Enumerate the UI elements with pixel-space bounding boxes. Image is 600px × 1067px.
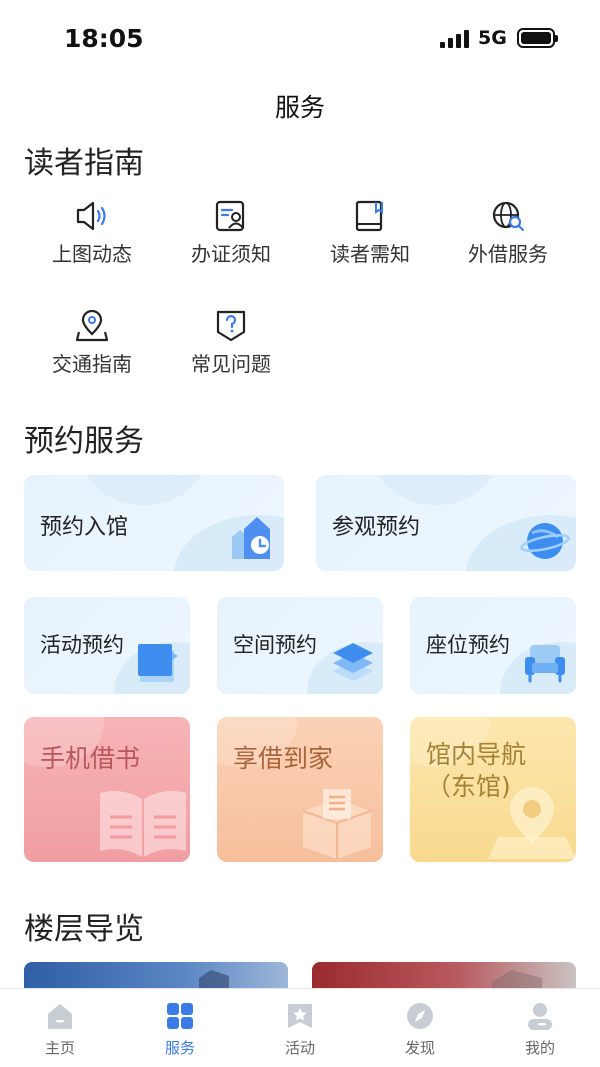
signal-icon xyxy=(440,30,470,48)
open-book-icon xyxy=(100,791,186,857)
card-home-delivery[interactable]: 享借到家 xyxy=(217,717,383,862)
tab-services[interactable]: 服务 xyxy=(140,1001,220,1058)
compass-icon xyxy=(407,1003,433,1029)
tab-discover[interactable]: 发现 xyxy=(380,1001,460,1058)
blue-book-icon xyxy=(138,644,178,682)
tab-label: 发现 xyxy=(404,1039,435,1057)
guide-item-lending[interactable]: 外借服务 xyxy=(443,200,573,280)
tab-label: 活动 xyxy=(284,1039,315,1057)
reservation-title: 预约服务 xyxy=(24,424,144,459)
card-space[interactable]: 空间预约 xyxy=(217,597,383,694)
user-icon xyxy=(528,1003,552,1030)
guide-item-faq[interactable]: 常见问题 xyxy=(166,310,296,390)
guide-item-label: 读者需知 xyxy=(330,242,410,266)
book-bookmark-icon xyxy=(355,200,383,232)
map-pin-icon xyxy=(488,787,576,859)
location-pin-icon xyxy=(75,310,109,342)
guide-item-label: 办证须知 xyxy=(191,242,271,266)
layers-icon xyxy=(333,643,373,681)
tab-label: 我的 xyxy=(524,1039,555,1057)
planet-icon xyxy=(520,523,570,559)
guide-item-label: 交通指南 xyxy=(52,352,132,376)
armchair-icon xyxy=(525,645,565,683)
card-activity[interactable]: 活动预约 xyxy=(24,597,190,694)
guide-item-label: 常见问题 xyxy=(191,352,271,376)
guide-item-card[interactable]: 办证须知 xyxy=(166,200,296,280)
card-navigation[interactable]: 馆内导航 （东馆) xyxy=(410,717,576,862)
status-bar: 18:05 5G xyxy=(0,0,600,78)
guide-item-label: 外借服务 xyxy=(468,242,548,266)
card-id-icon xyxy=(215,200,245,232)
card-label: 空间预约 xyxy=(233,633,317,657)
parcel-box-icon xyxy=(302,789,372,859)
guide-item-notice[interactable]: 读者需知 xyxy=(305,200,435,280)
floor-guide-title: 楼层导览 xyxy=(24,912,144,947)
star-bookmark-icon xyxy=(288,1004,312,1028)
card-visit-library[interactable]: 预约入馆 xyxy=(24,475,284,571)
home-icon xyxy=(48,1004,72,1029)
guide-item-news[interactable]: 上图动态 xyxy=(27,200,157,280)
card-label: 预约入馆 xyxy=(40,515,129,540)
card-label: 手机借书 xyxy=(40,744,141,773)
tab-label: 服务 xyxy=(164,1039,195,1057)
speaker-icon xyxy=(76,201,106,231)
globe-search-icon xyxy=(492,201,525,232)
question-shield-icon xyxy=(216,310,246,342)
card-label: 参观预约 xyxy=(332,515,421,540)
tab-bar: 主页 服务 活动 发现 我的 xyxy=(0,988,600,1067)
card-mobile-borrow[interactable]: 手机借书 xyxy=(24,717,190,862)
battery-icon xyxy=(517,28,558,48)
card-label: 座位预约 xyxy=(426,633,510,657)
guide-item-label: 上图动态 xyxy=(52,242,132,266)
reader-guide-title: 读者指南 xyxy=(24,146,144,181)
card-tour[interactable]: 参观预约 xyxy=(316,475,576,571)
card-label: 享借到家 xyxy=(233,744,334,773)
guide-item-transport[interactable]: 交通指南 xyxy=(27,310,157,390)
page-title: 服务 xyxy=(274,93,325,122)
card-label: 活动预约 xyxy=(40,633,124,657)
status-time: 18:05 xyxy=(64,24,144,53)
house-clock-icon xyxy=(232,517,270,559)
network-label: 5G xyxy=(478,27,507,49)
tab-profile[interactable]: 我的 xyxy=(500,1001,580,1058)
tab-label: 主页 xyxy=(44,1039,75,1057)
tab-activities[interactable]: 活动 xyxy=(260,1001,340,1058)
tab-home[interactable]: 主页 xyxy=(20,1001,100,1058)
card-seat[interactable]: 座位预约 xyxy=(410,597,576,694)
grid-icon xyxy=(167,1003,193,1029)
